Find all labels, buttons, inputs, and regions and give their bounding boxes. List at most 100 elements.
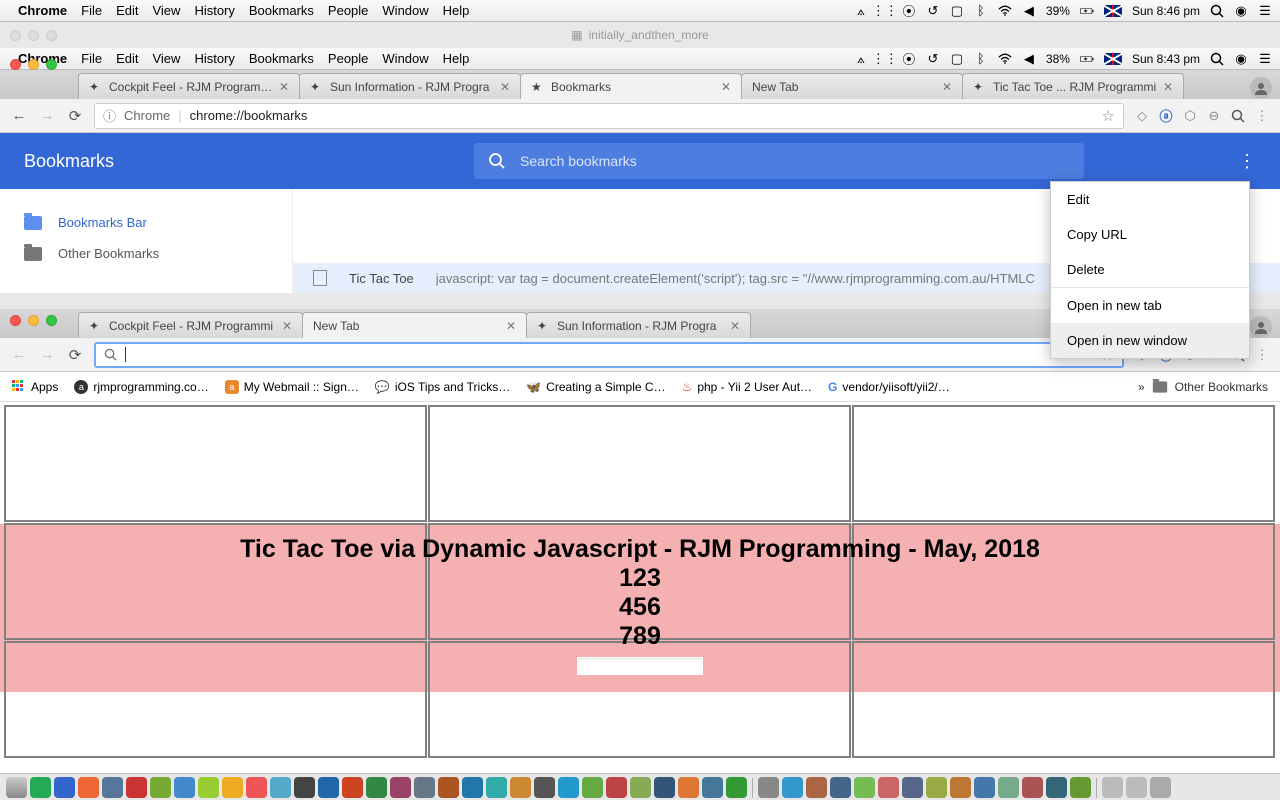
battery-icon[interactable] (1080, 4, 1094, 18)
close-tab-icon[interactable]: ✕ (721, 80, 731, 94)
bookmark-star-icon[interactable]: ☆ (1102, 107, 1115, 125)
chrome-menu-icon[interactable]: ⋮ (1254, 347, 1270, 363)
menu-help[interactable]: Help (443, 51, 470, 66)
sidebar-item-other-bookmarks[interactable]: Other Bookmarks (10, 238, 282, 269)
dock-app-icon[interactable] (782, 777, 803, 798)
dock-app-icon[interactable] (414, 777, 435, 798)
dock-app-icon[interactable] (878, 777, 899, 798)
menuextra-icon[interactable]: ⋮⋮ (878, 52, 892, 66)
menu-item-open-new-window[interactable]: Open in new window (1051, 323, 1249, 358)
bookmark-item[interactable]: aMy Webmail :: Sign… (225, 380, 359, 394)
dock-app-icon[interactable] (486, 777, 507, 798)
dock-folder-icon[interactable] (1102, 777, 1123, 798)
notification-center-icon[interactable]: ☰ (1258, 52, 1272, 66)
dock-app-icon[interactable] (294, 777, 315, 798)
grid-cell[interactable] (852, 405, 1275, 522)
dock-app-icon[interactable] (78, 777, 99, 798)
address-bar[interactable]: ⓘ Chrome | chrome://bookmarks ☆ (94, 103, 1124, 129)
wifi-icon[interactable] (998, 4, 1012, 18)
volume-icon[interactable]: ◀ (1022, 52, 1036, 66)
dock-app-icon[interactable] (758, 777, 779, 798)
extension-icon[interactable]: ◇ (1134, 108, 1150, 124)
bookmark-item[interactable]: 🦋Creating a Simple C… (526, 380, 665, 394)
dock-app-icon[interactable] (606, 777, 627, 798)
battery-percent[interactable]: 38% (1046, 52, 1070, 66)
dock-app-icon[interactable] (246, 777, 267, 798)
extension-icon[interactable]: ⓐ (1158, 108, 1174, 124)
dock-app-icon[interactable] (6, 777, 27, 798)
minimize-window-button[interactable] (28, 59, 39, 70)
traffic-lights[interactable] (10, 315, 57, 326)
menu-file[interactable]: File (81, 51, 102, 66)
dock-app-icon[interactable] (806, 777, 827, 798)
back-button[interactable]: ← (10, 107, 28, 124)
tab-newtab[interactable]: New Tab ✕ (741, 73, 963, 99)
tab-cockpit[interactable]: ✦ Cockpit Feel - RJM Programmi ✕ (78, 73, 300, 99)
grid-cell[interactable] (428, 405, 851, 522)
profile-avatar-icon[interactable] (1250, 77, 1272, 99)
menu-file[interactable]: File (81, 3, 102, 18)
siri-icon[interactable]: ◉ (1234, 52, 1248, 66)
close-tab-icon[interactable]: ✕ (1163, 80, 1173, 94)
spotlight-icon[interactable] (1210, 52, 1224, 66)
close-tab-icon[interactable]: ✕ (500, 80, 510, 94)
dock-app-icon[interactable] (1070, 777, 1091, 798)
close-tab-icon[interactable]: ✕ (506, 319, 516, 333)
close-window-button[interactable] (10, 59, 21, 70)
close-tab-icon[interactable]: ✕ (282, 319, 292, 333)
dock-app-icon[interactable] (150, 777, 171, 798)
app-name[interactable]: Chrome (18, 3, 67, 18)
airplay-icon[interactable]: ▢ (950, 52, 964, 66)
dock-app-icon[interactable] (534, 777, 555, 798)
bookmark-item[interactable]: ♨php - Yii 2 User Aut… (682, 380, 813, 394)
menu-edit[interactable]: Edit (116, 51, 138, 66)
spotlight-icon[interactable] (1210, 4, 1224, 18)
menu-view[interactable]: View (152, 51, 180, 66)
menuextra-icon[interactable]: ⋮⋮ (878, 4, 892, 18)
clock[interactable]: Sun 8:46 pm (1132, 4, 1200, 18)
dock-folder-icon[interactable] (1126, 777, 1147, 798)
menu-bookmarks[interactable]: Bookmarks (249, 51, 314, 66)
menu-window[interactable]: Window (382, 51, 428, 66)
avast-icon[interactable]: ⟑ (854, 4, 868, 18)
dock-app-icon[interactable] (126, 777, 147, 798)
dock-app-icon[interactable] (438, 777, 459, 798)
input-flag-icon[interactable] (1104, 53, 1122, 65)
trash-icon[interactable] (1150, 777, 1171, 798)
back-button[interactable]: ← (10, 346, 28, 363)
tab-tictactoe[interactable]: ✦ Tic Tac Toe ... RJM Programmi ✕ (962, 73, 1184, 99)
dock-app-icon[interactable] (558, 777, 579, 798)
dock-app-icon[interactable] (702, 777, 723, 798)
bookmark-item[interactable]: arjmprogramming.co… (74, 380, 208, 394)
battery-icon[interactable] (1080, 52, 1094, 66)
bookmarks-menu-icon[interactable]: ⋮ (1238, 151, 1256, 172)
menu-edit[interactable]: Edit (116, 3, 138, 18)
bluetooth-icon[interactable]: ᛒ (974, 52, 988, 66)
dock-app-icon[interactable] (390, 777, 411, 798)
traffic-lights[interactable] (10, 59, 57, 70)
dock-app-icon[interactable] (998, 777, 1019, 798)
dock-app-icon[interactable] (222, 777, 243, 798)
menu-bookmarks[interactable]: Bookmarks (249, 3, 314, 18)
bluetooth-icon[interactable]: ᛒ (974, 4, 988, 18)
menu-help[interactable]: Help (443, 3, 470, 18)
text-input[interactable] (577, 657, 703, 675)
tab-bookmarks[interactable]: ★ Bookmarks ✕ (520, 73, 742, 99)
dock-app-icon[interactable] (654, 777, 675, 798)
dock-app-icon[interactable] (102, 777, 123, 798)
apps-shortcut[interactable]: Apps (12, 380, 58, 394)
dock-app-icon[interactable] (950, 777, 971, 798)
profile-avatar-icon[interactable] (1250, 316, 1272, 338)
circle-icon[interactable]: ⦿ (902, 4, 916, 18)
bookmarks-search[interactable] (474, 143, 1084, 179)
battery-percent[interactable]: 39% (1046, 4, 1070, 18)
search-icon[interactable] (1230, 108, 1246, 124)
dock-app-icon[interactable] (198, 777, 219, 798)
close-window-button[interactable] (10, 315, 21, 326)
menu-window[interactable]: Window (382, 3, 428, 18)
menu-history[interactable]: History (194, 51, 234, 66)
tab-cockpit[interactable]: ✦ Cockpit Feel - RJM Programmi ✕ (78, 312, 303, 338)
airplay-icon[interactable]: ▢ (950, 4, 964, 18)
dock-app-icon[interactable] (582, 777, 603, 798)
dock-app-icon[interactable] (1046, 777, 1067, 798)
